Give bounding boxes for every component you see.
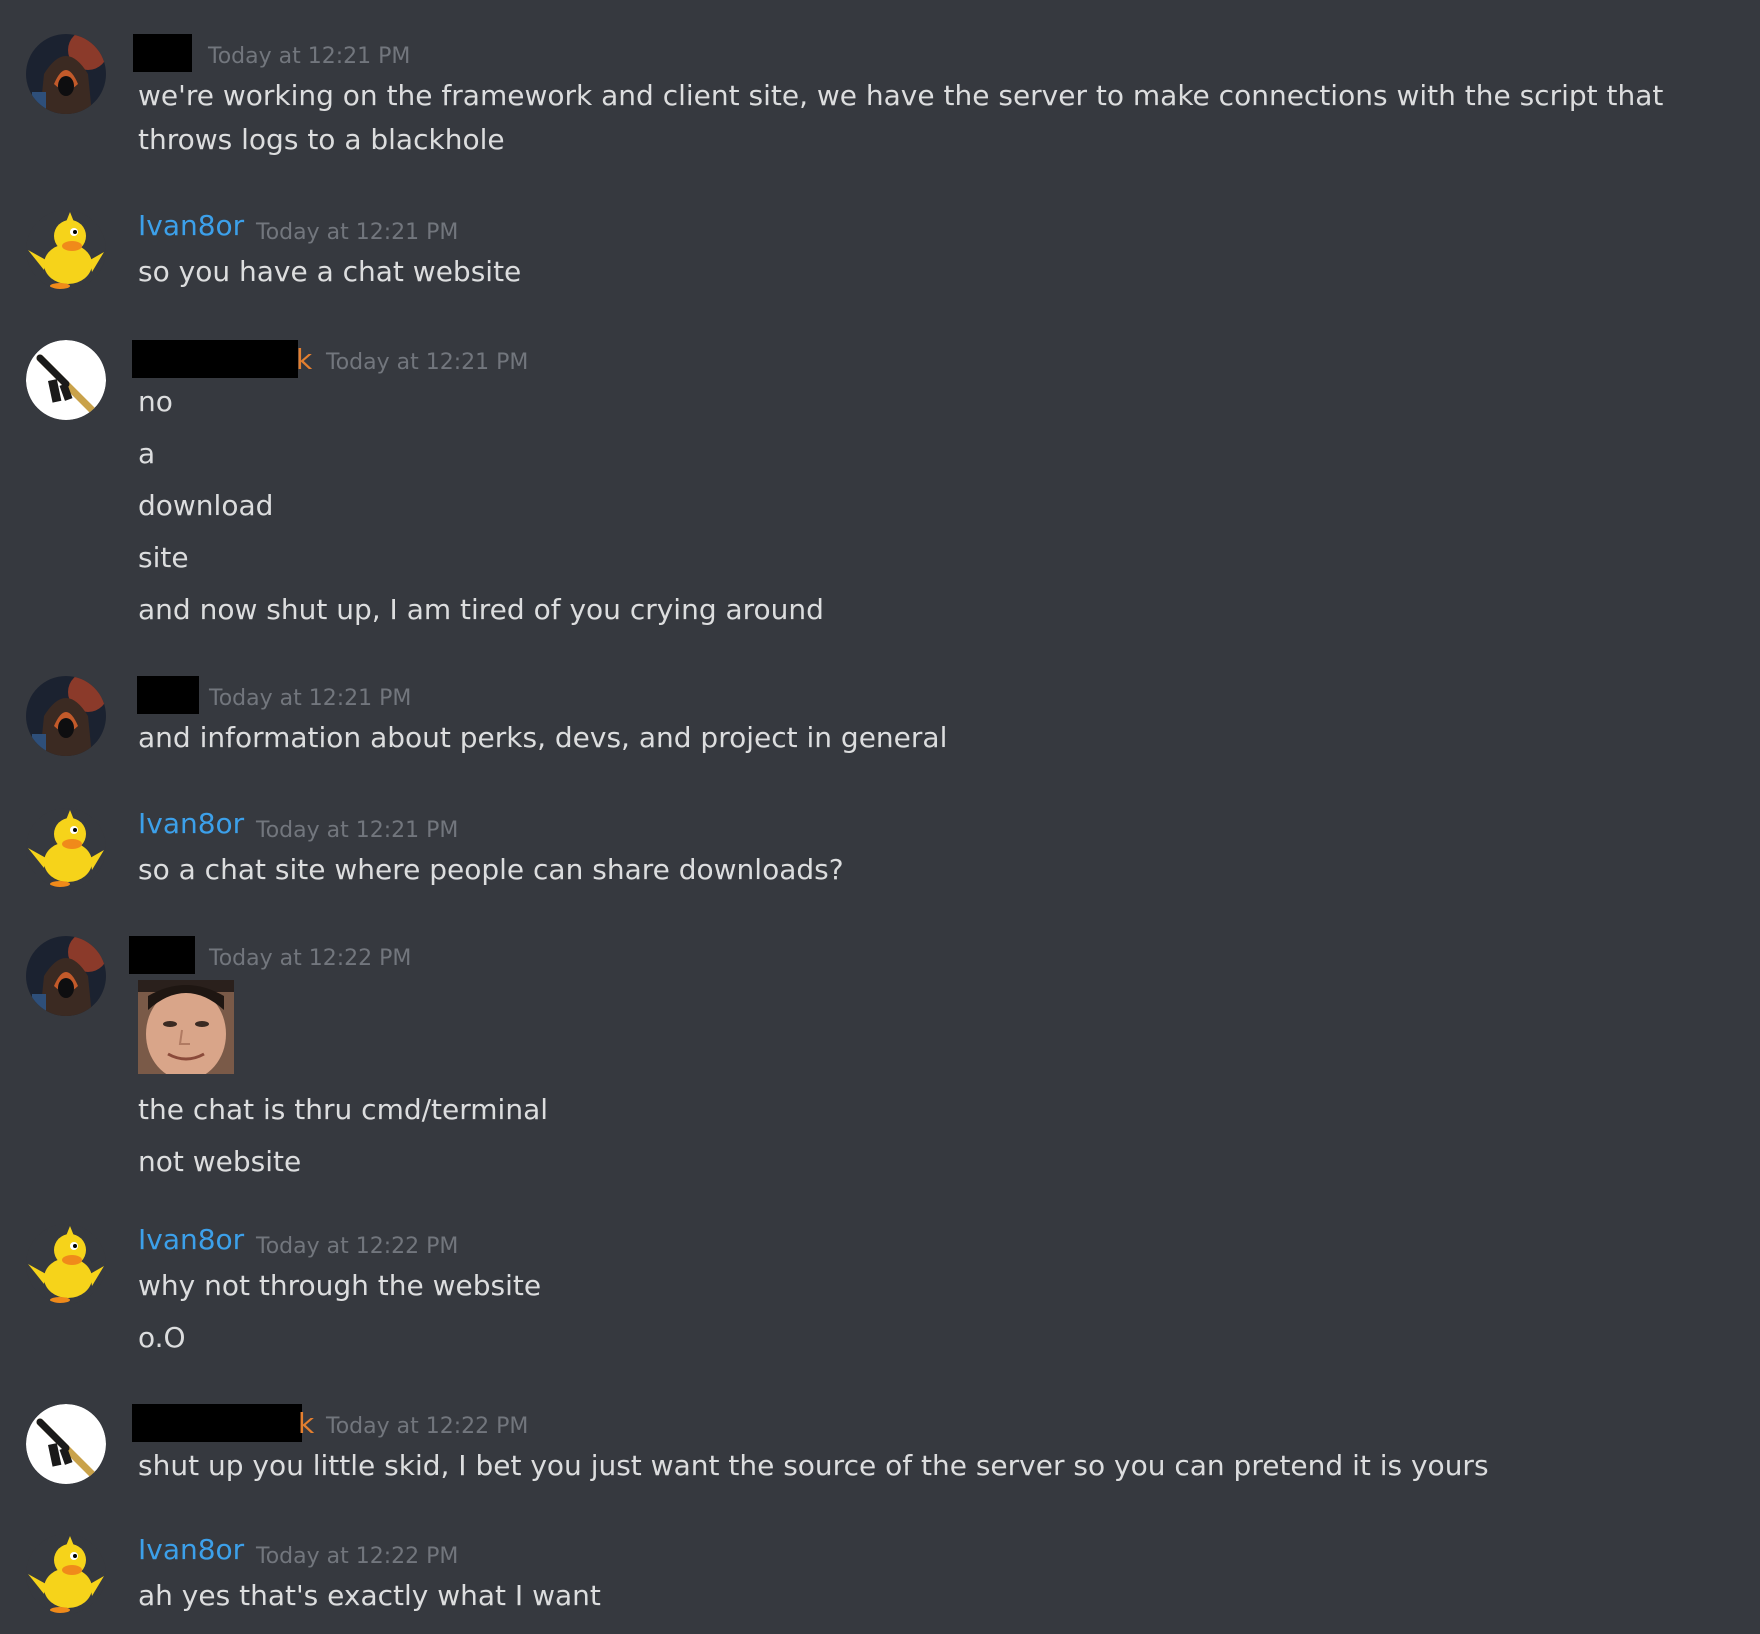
message-header: Ivan8or Today at 12:22 PM <box>132 1534 458 1574</box>
yellow-duck-avatar[interactable] <box>26 1224 106 1304</box>
message-body: so a chat site where people can share do… <box>138 848 844 900</box>
redacted-username <box>129 936 195 974</box>
timestamp: Today at 12:21 PM <box>209 686 412 711</box>
author-name[interactable]: Ivan8or <box>138 1534 244 1566</box>
redacted-username <box>132 1404 302 1442</box>
rifle-avatar[interactable] <box>26 1404 106 1484</box>
timestamp: Today at 12:21 PM <box>256 818 459 843</box>
rifle-avatar[interactable] <box>26 340 106 420</box>
message-body: we're working on the framework and clien… <box>138 74 1738 162</box>
timestamp: Today at 12:21 PM <box>256 220 459 245</box>
author-name[interactable]: Ivan8or <box>138 1224 244 1256</box>
message-text: and now shut up, I am tired of you cryin… <box>138 593 824 626</box>
message-body: why not through the website o.O <box>138 1264 541 1368</box>
message-text: ah yes that's exactly what I want <box>138 1579 601 1612</box>
author-name-suffix: k <box>296 343 313 376</box>
timestamp: Today at 12:22 PM <box>209 946 412 971</box>
author-name-suffix: k <box>298 1407 315 1440</box>
hooded-figure-avatar[interactable] <box>26 676 106 756</box>
message-text: a <box>138 437 156 470</box>
timestamp: Today at 12:22 PM <box>256 1234 459 1259</box>
redacted-username <box>132 340 298 378</box>
redacted-username <box>137 676 199 714</box>
message-text: download <box>138 489 274 522</box>
smiling-face-emoji[interactable] <box>138 980 234 1074</box>
message-text: the chat is thru cmd/terminal <box>138 1093 549 1126</box>
hooded-figure-avatar[interactable] <box>26 936 106 1016</box>
message-text: o.O <box>138 1321 186 1354</box>
hooded-figure-avatar[interactable] <box>26 34 106 114</box>
message-header: Ivan8or Today at 12:21 PM <box>132 808 458 848</box>
message-body: shut up you little skid, I bet you just … <box>138 1444 1489 1496</box>
message-header: Ivan8or Today at 12:21 PM <box>132 210 458 250</box>
message-text: site <box>138 541 189 574</box>
message-body: no a download site and now shut up, I am… <box>138 380 824 640</box>
message-text: not website <box>138 1145 302 1178</box>
author-name[interactable]: Ivan8or <box>138 210 244 242</box>
timestamp: Today at 12:21 PM <box>326 350 529 375</box>
timestamp: Today at 12:22 PM <box>326 1414 529 1439</box>
redacted-username <box>133 34 192 72</box>
message-text: so a chat site where people can share do… <box>138 853 844 886</box>
message-body: ah yes that's exactly what I want <box>138 1574 601 1626</box>
message-text: no <box>138 385 173 418</box>
timestamp: Today at 12:22 PM <box>256 1544 459 1569</box>
message-header: Ivan8or Today at 12:22 PM <box>132 1224 458 1264</box>
message-body: and information about perks, devs, and p… <box>138 716 947 768</box>
author-name[interactable]: Ivan8or <box>138 808 244 840</box>
message-text: we're working on the framework and clien… <box>138 79 1664 156</box>
chat-messages: Today at 12:21 PM we're working on the f… <box>0 0 1760 1634</box>
message-body: the chat is thru cmd/terminal not websit… <box>138 980 548 1192</box>
message-text: why not through the website <box>138 1269 542 1302</box>
message-text: so you have a chat website <box>138 255 522 288</box>
timestamp: Today at 12:21 PM <box>208 44 411 69</box>
yellow-duck-avatar[interactable] <box>26 808 106 888</box>
yellow-duck-avatar[interactable] <box>26 1534 106 1614</box>
message-text: and information about perks, devs, and p… <box>138 721 948 754</box>
message-body: so you have a chat website <box>138 250 521 302</box>
message-text: shut up you little skid, I bet you just … <box>138 1449 1489 1482</box>
yellow-duck-avatar[interactable] <box>26 210 106 290</box>
